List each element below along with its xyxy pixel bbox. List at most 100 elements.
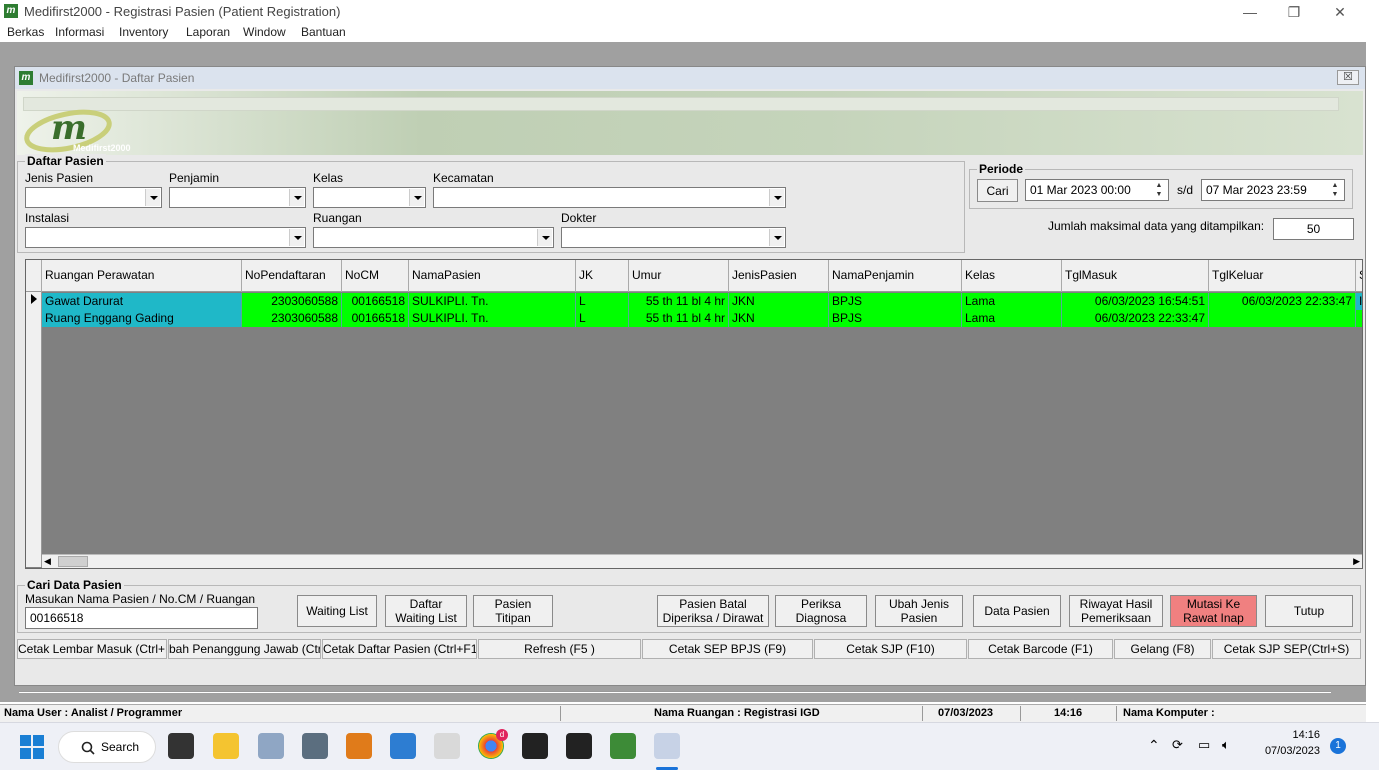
menu-laporan[interactable]: Laporan: [186, 25, 230, 39]
search-input[interactable]: 00166518: [25, 607, 258, 629]
col-nocm[interactable]: NoCM: [342, 260, 409, 292]
mutasi-rawat-inap-button[interactable]: Mutasi Ke Rawat Inap: [1170, 595, 1257, 627]
fn-cetak-daftar-pasien[interactable]: Cetak Daftar Pasien (Ctrl+F11): [322, 639, 477, 659]
spin-down-icon[interactable]: ▼: [1327, 190, 1343, 199]
maximize-button[interactable]: ❐: [1272, 2, 1316, 22]
col-no-pendaftaran[interactable]: NoPendaftaran: [242, 260, 342, 292]
periode-from-spinner[interactable]: ▲ ▼: [1151, 181, 1167, 199]
spin-up-icon[interactable]: ▲: [1327, 181, 1343, 190]
fn-cetak-barcode[interactable]: Cetak Barcode (F1): [968, 639, 1113, 659]
periode-to-spinner[interactable]: ▲ ▼: [1327, 181, 1343, 199]
fn-refresh[interactable]: Refresh (F5 ): [478, 639, 641, 659]
spin-down-icon[interactable]: ▼: [1151, 190, 1167, 199]
clock-date[interactable]: 07/03/2023: [1254, 745, 1320, 757]
jenis-pasien-combo[interactable]: [25, 187, 162, 208]
penjamin-combo[interactable]: [169, 187, 306, 208]
taskbar-search[interactable]: Search: [58, 731, 156, 763]
menu-informasi[interactable]: Informasi: [55, 25, 104, 39]
col-umur[interactable]: Umur: [629, 260, 729, 292]
scroll-left-icon[interactable]: ◀: [44, 556, 51, 567]
chevron-up-icon[interactable]: ⌃: [1148, 737, 1160, 754]
app-icon-a[interactable]: [434, 733, 460, 759]
scroll-thumb[interactable]: [58, 556, 88, 567]
snipping-tool-icon[interactable]: [654, 733, 680, 759]
network-icon[interactable]: ▭: [1198, 737, 1210, 753]
waiting-list-button[interactable]: Waiting List: [297, 595, 377, 627]
volume-icon[interactable]: 🔈︎: [1222, 737, 1230, 753]
periode-to-input[interactable]: 07 Mar 2023 23:59 ▲ ▼: [1201, 179, 1345, 201]
app-icon-b[interactable]: [522, 733, 548, 759]
chrome-icon[interactable]: d: [478, 729, 508, 759]
fn-cetak-lembar-masuk[interactable]: Cetak Lembar Masuk (Ctrl+R): [17, 639, 167, 659]
chevron-down-icon[interactable]: [769, 189, 784, 206]
task-view-icon[interactable]: [168, 733, 194, 759]
menu-window[interactable]: Window: [243, 25, 286, 39]
menu-bantuan[interactable]: Bantuan: [301, 25, 346, 39]
data-pasien-button[interactable]: Data Pasien: [973, 595, 1061, 627]
tutup-button[interactable]: Tutup: [1265, 595, 1353, 627]
menu-inventory[interactable]: Inventory: [119, 25, 168, 39]
fn-cetak-sjp-sep[interactable]: Cetak SJP SEP(Ctrl+S): [1212, 639, 1361, 659]
fn-cetak-sep-bpjs[interactable]: Cetak SEP BPJS (F9): [642, 639, 813, 659]
clock-time[interactable]: 14:16: [1260, 729, 1320, 741]
minimize-button[interactable]: —: [1228, 2, 1272, 22]
periksa-line1: Periksa: [800, 597, 841, 611]
daftar-waiting-list-button[interactable]: Daftar Waiting List: [385, 595, 467, 627]
chevron-down-icon[interactable]: [289, 229, 304, 246]
close-button[interactable]: ✕: [1318, 2, 1362, 22]
daftar-waiting-line2: Waiting List: [395, 611, 457, 625]
periode-to-value: 07 Mar 2023 23:59: [1206, 183, 1307, 197]
fn-ubah-penanggung-jawab[interactable]: bah Penanggung Jawab (Ctrl+L: [168, 639, 321, 659]
max-data-input[interactable]: 50: [1273, 218, 1354, 240]
child-close-button[interactable]: ☒: [1337, 70, 1359, 85]
col-nama-penjamin[interactable]: NamaPenjamin: [829, 260, 962, 292]
pasien-batal-button[interactable]: Pasien Batal Diperiksa / Dirawat: [657, 595, 769, 627]
riwayat-hasil-button[interactable]: Riwayat Hasil Pemeriksaan: [1069, 595, 1163, 627]
col-nama-pasien[interactable]: NamaPasien: [409, 260, 576, 292]
sync-icon[interactable]: ⟳: [1172, 737, 1183, 753]
chevron-down-icon[interactable]: [537, 229, 552, 246]
sublime-text-icon[interactable]: [346, 733, 372, 759]
chevron-down-icon[interactable]: [769, 229, 784, 246]
col-kelas[interactable]: Kelas: [962, 260, 1062, 292]
kecamatan-combo[interactable]: [433, 187, 786, 208]
pasien-titipan-button[interactable]: Pasien Titipan: [473, 595, 553, 627]
app-icon-c[interactable]: [566, 733, 592, 759]
table-row[interactable]: Ruang Enggang Gading 2303060588 00166518…: [26, 310, 1362, 327]
kelas-combo[interactable]: [313, 187, 426, 208]
chevron-down-icon[interactable]: [289, 189, 304, 206]
table-row[interactable]: Gawat Darurat 2303060588 00166518 SULKIP…: [26, 293, 1362, 310]
notification-badge[interactable]: 1: [1330, 738, 1346, 754]
cell-tgl-keluar: 06/03/2023 22:33:47: [1209, 293, 1356, 310]
periode-from-input[interactable]: 01 Mar 2023 00:00 ▲ ▼: [1025, 179, 1169, 201]
col-tgl-keluar[interactable]: TglKeluar: [1209, 260, 1356, 292]
spin-up-icon[interactable]: ▲: [1151, 181, 1167, 190]
col-jenis-pasien[interactable]: JenisPasien: [729, 260, 829, 292]
scroll-right-icon[interactable]: ▶: [1353, 556, 1360, 567]
chevron-down-icon[interactable]: [409, 189, 424, 206]
ubah-jenis-pasien-button[interactable]: Ubah Jenis Pasien: [875, 595, 963, 627]
cari-button[interactable]: Cari: [977, 179, 1018, 202]
notepad-icon[interactable]: [390, 733, 416, 759]
network-app-icon[interactable]: [302, 733, 328, 759]
menu-berkas[interactable]: Berkas: [7, 25, 44, 39]
periksa-diagnosa-button[interactable]: Periksa Diagnosa: [775, 595, 867, 627]
dokter-combo[interactable]: [561, 227, 786, 248]
ruangan-combo[interactable]: [313, 227, 554, 248]
horizontal-scrollbar[interactable]: ◀ ▶: [42, 554, 1362, 568]
patient-grid[interactable]: Ruangan Perawatan NoPendaftaran NoCM Nam…: [25, 259, 1363, 569]
medifirst-taskbar-icon[interactable]: [610, 733, 636, 759]
col-jk[interactable]: JK: [576, 260, 629, 292]
file-explorer-icon[interactable]: [213, 733, 239, 759]
col-extra[interactable]: S: [1356, 260, 1362, 292]
instalasi-combo[interactable]: [25, 227, 306, 248]
chevron-down-icon[interactable]: [145, 189, 160, 206]
cell-nama-penjamin: BPJS: [829, 293, 962, 310]
windows-start-icon[interactable]: [20, 735, 44, 759]
col-ruangan-perawatan[interactable]: Ruangan Perawatan: [42, 260, 242, 292]
tools-app-icon[interactable]: [258, 733, 284, 759]
banner-bar: [23, 97, 1339, 111]
col-tgl-masuk[interactable]: TglMasuk: [1062, 260, 1209, 292]
fn-cetak-sjp[interactable]: Cetak SJP (F10): [814, 639, 967, 659]
fn-gelang[interactable]: Gelang (F8): [1114, 639, 1211, 659]
